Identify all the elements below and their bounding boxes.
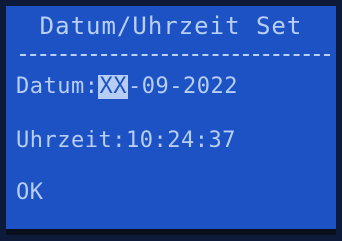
date-row[interactable]: Datum:XX-09-2022 — [16, 74, 238, 99]
ok-button[interactable]: OK — [16, 180, 44, 205]
title-divider — [20, 54, 330, 56]
time-value[interactable]: 10:24:37 — [126, 128, 236, 153]
date-day-field-cursor[interactable]: XX — [98, 75, 128, 99]
date-label: Datum: — [16, 74, 99, 99]
time-row[interactable]: Uhrzeit:10:24:37 — [16, 128, 236, 153]
lcd-screen: Datum/Uhrzeit Set Datum:XX-09-2022 Uhrze… — [0, 0, 342, 241]
date-month-year-value[interactable]: -09-2022 — [128, 74, 238, 99]
screen-title: Datum/Uhrzeit Set — [39, 12, 303, 40]
time-label: Uhrzeit: — [16, 128, 126, 153]
